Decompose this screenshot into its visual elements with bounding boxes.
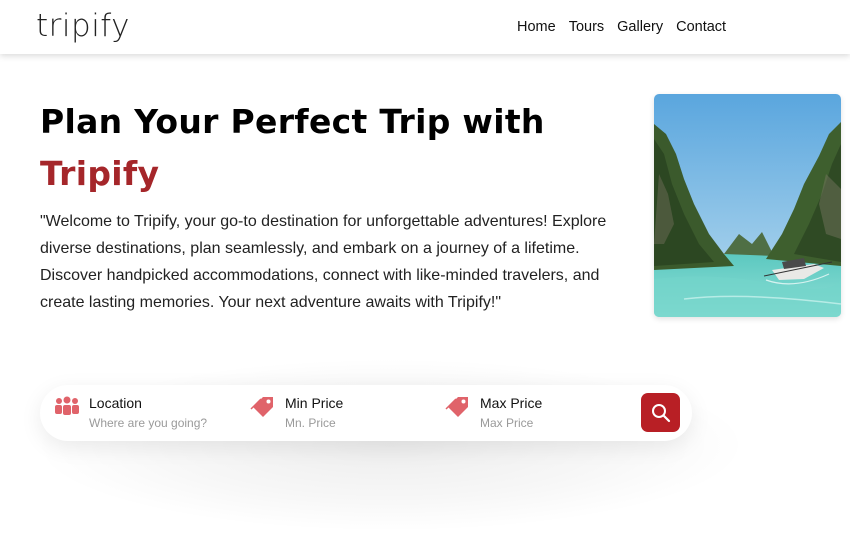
- location-input[interactable]: [89, 416, 239, 430]
- nav-gallery-link[interactable]: Gallery: [617, 17, 663, 37]
- hero-title: Plan Your Perfect Trip with Tripify: [40, 96, 640, 200]
- max-price-input[interactable]: [480, 416, 630, 430]
- nav-tours-link[interactable]: Tours: [569, 17, 604, 37]
- logo[interactable]: tripify: [36, 6, 130, 46]
- search-bar: Location Min Price Max Price: [40, 385, 692, 441]
- hero-title-brand: Tripify: [40, 154, 160, 193]
- hero-description: "Welcome to Tripify, your go-to destinat…: [40, 213, 607, 311]
- hero-image-lagoon: [654, 94, 841, 317]
- min-price-field[interactable]: Min Price: [250, 385, 435, 441]
- nav-menu: Home Tours Gallery Contact: [517, 17, 739, 37]
- nav-home-link[interactable]: Home: [517, 17, 556, 37]
- max-price-field[interactable]: Max Price: [445, 385, 630, 441]
- search-icon: [651, 403, 670, 422]
- min-price-input[interactable]: [285, 416, 435, 430]
- hero-title-text: Plan Your Perfect Trip with: [40, 102, 545, 141]
- location-label: Location: [89, 395, 142, 411]
- min-price-label: Min Price: [285, 395, 344, 411]
- navbar: tripify Home Tours Gallery Contact: [0, 0, 850, 54]
- lagoon-illustration: [654, 94, 841, 317]
- max-price-label: Max Price: [480, 395, 543, 411]
- location-field[interactable]: Location: [54, 385, 239, 441]
- nav-contact-link[interactable]: Contact: [676, 17, 726, 37]
- price-tag-icon: [445, 397, 468, 417]
- search-button[interactable]: [641, 393, 680, 432]
- page: tripify Home Tours Gallery Contact Plan …: [0, 0, 850, 540]
- people-icon: [55, 396, 79, 415]
- price-tag-icon: [250, 397, 273, 417]
